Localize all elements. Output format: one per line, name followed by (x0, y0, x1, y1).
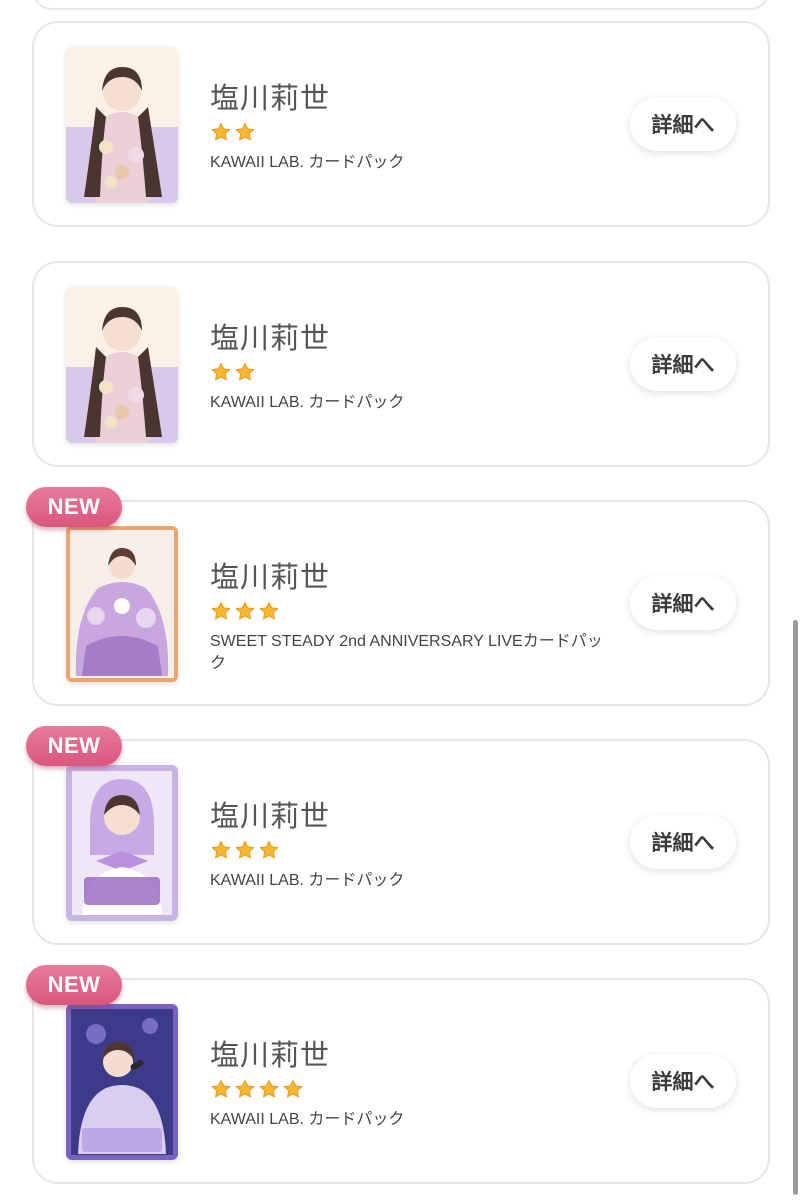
rarity-stars (210, 361, 256, 383)
card-thumbnail[interactable] (66, 765, 178, 921)
rarity-stars (210, 1078, 304, 1100)
card-name: 塩川莉世 (210, 801, 331, 833)
star-icon (211, 362, 231, 381)
card-item[interactable]: 塩川莉世 KAWAII LAB. カードパック 詳細へ (32, 739, 770, 945)
card-pack-name: SWEET STEADY 2nd ANNIVERSARY LIVEカードパック (210, 633, 603, 672)
scrollbar[interactable] (793, 620, 798, 1195)
card-item[interactable]: 塩川莉世 KAWAII LAB. カードパック 詳細へ (32, 978, 770, 1184)
card-name: 塩川莉世 (210, 562, 331, 594)
card-item[interactable]: 塩川莉世 KAWAII LAB. カードパック 詳細へ (32, 21, 770, 227)
card-thumbnail[interactable] (66, 47, 178, 203)
star-icon (235, 1079, 255, 1098)
rarity-stars (210, 121, 256, 143)
detail-button[interactable]: 詳細へ (630, 337, 736, 391)
new-badge: NEW (26, 726, 122, 766)
card-pack-name: KAWAII LAB. カードパック (210, 872, 405, 889)
star-icon (235, 122, 255, 141)
rarity-stars (210, 839, 280, 861)
previous-card-edge (32, 0, 770, 10)
star-icon (211, 601, 231, 620)
card-pack-name: KAWAII LAB. カードパック (210, 394, 405, 411)
star-icon (235, 362, 255, 381)
new-badge: NEW (26, 487, 122, 527)
star-icon (283, 1079, 303, 1098)
card-thumbnail[interactable] (66, 287, 178, 443)
card-pack-name: KAWAII LAB. カードパック (210, 154, 405, 171)
rarity-stars (210, 600, 280, 622)
star-icon (235, 840, 255, 859)
star-icon (211, 840, 231, 859)
star-icon (211, 1079, 231, 1098)
detail-button[interactable]: 詳細へ (630, 97, 736, 151)
star-icon (259, 601, 279, 620)
new-badge: NEW (26, 965, 122, 1005)
detail-button[interactable]: 詳細へ (630, 1054, 736, 1108)
detail-button[interactable]: 詳細へ (630, 576, 736, 630)
card-thumbnail[interactable] (66, 526, 178, 682)
card-name: 塩川莉世 (210, 83, 331, 115)
star-icon (259, 1079, 279, 1098)
star-icon (211, 122, 231, 141)
card-pack-name: KAWAII LAB. カードパック (210, 1111, 405, 1128)
star-icon (235, 601, 255, 620)
card-name: 塩川莉世 (210, 323, 331, 355)
card-thumbnail[interactable] (66, 1004, 178, 1160)
card-item[interactable]: 塩川莉世 SWEET STEADY 2nd ANNIVERSARY LIVEカー… (32, 500, 770, 706)
card-list-page: 塩川莉世 KAWAII LAB. カードパック 詳細へ 塩川莉世 KAWAII … (0, 0, 803, 1200)
star-icon (259, 840, 279, 859)
detail-button[interactable]: 詳細へ (630, 815, 736, 869)
card-item[interactable]: 塩川莉世 KAWAII LAB. カードパック 詳細へ (32, 261, 770, 467)
card-name: 塩川莉世 (210, 1040, 331, 1072)
